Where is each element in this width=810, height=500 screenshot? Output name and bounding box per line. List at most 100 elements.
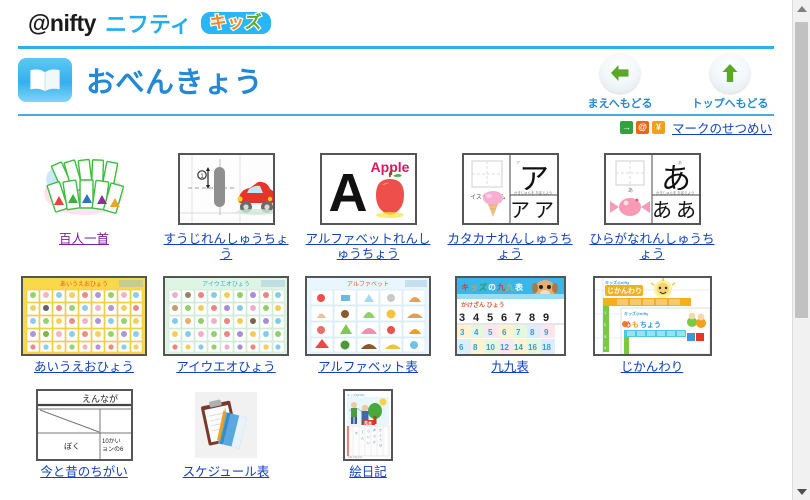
svg-text:じかんわり: じかんわり (607, 286, 642, 295)
svg-text:4: 4 (474, 328, 479, 337)
mark-explanation-link[interactable]: マークのせつめい (672, 118, 772, 137)
thumb-wrap: キッズ@nifty じかんわり 1 2 3 4 キッズ@nifty も ちょう (585, 276, 719, 356)
katakana-chart-green-image: アイウエオひょう (163, 276, 289, 356)
svg-text:あ: あ (678, 160, 682, 165)
svg-text:て: て (361, 430, 364, 434)
vertical-scrollbar[interactable] (792, 0, 810, 500)
svg-text:7: 7 (515, 312, 521, 324)
svg-text:ア: ア (510, 200, 530, 222)
svg-text:6: 6 (502, 328, 507, 337)
item-label[interactable]: 今と昔のちがい (17, 465, 151, 480)
scroll-up-arrow[interactable] (793, 0, 810, 17)
svg-text:8: 8 (529, 312, 535, 324)
svg-text:表: 表 (514, 282, 524, 292)
item-katakana-renshucho[interactable]: イスクリーム ア ア ア ア (440, 144, 580, 262)
svg-text:九: 九 (505, 282, 514, 292)
item-alphabet-renshucho[interactable]: A Apple アルファベットれんしゅうちょう (298, 144, 438, 262)
svg-text:6: 6 (459, 343, 464, 352)
svg-text:3: 3 (459, 312, 465, 324)
grid-row: えんなが ぼく 10かい ョンの6 今と昔のちがい スケジュール表 キッズ@ni… (14, 389, 778, 480)
item-label[interactable]: あいうえおひょう (17, 360, 151, 375)
page-root: @nifty ニフティ キッズ おべんきょう まえへもどる トップへもどる → … (0, 0, 810, 500)
top-button[interactable]: トップへもどる (688, 53, 772, 111)
kids-badge-logo[interactable]: キッズ (200, 11, 272, 35)
number-practice-car-image: 1 (177, 153, 275, 225)
svg-text:かきじゅんを おぼえよう: かきじゅんを おぼえよう (514, 190, 552, 195)
svg-text:あ: あ (373, 427, 376, 432)
page-content: @nifty ニフティ キッズ おべんきょう まえへもどる トップへもどる → … (0, 0, 792, 500)
alphabet-chart-image: アルファベット (305, 276, 431, 356)
svg-text:あ: あ (676, 200, 696, 222)
title-divider (18, 114, 774, 116)
svg-text:キ: キ (461, 283, 469, 292)
svg-text:ょ: ょ (379, 433, 382, 437)
item-schedule-hyou[interactable]: スケジュール表 (156, 389, 296, 480)
svg-text:ッ: ッ (470, 283, 478, 292)
grid-spacer (440, 389, 580, 480)
svg-text:10: 10 (486, 343, 495, 352)
item-label[interactable]: アルファベット表 (301, 360, 435, 375)
svg-text:も: も (632, 321, 639, 329)
comparison-worksheet-image: えんなが ぼく 10かい ョンの6 (35, 389, 133, 461)
item-label[interactable]: すうじれんしゅうちょう (159, 232, 293, 262)
back-button[interactable]: まえへもどる (578, 53, 662, 111)
item-label[interactable]: じかんわり (585, 360, 719, 375)
svg-text:ズ: ズ (479, 282, 487, 292)
thumb-wrap (17, 150, 151, 228)
item-label[interactable]: カタカナれんしゅうちょう (443, 232, 577, 262)
header-nav-buttons: まえへもどる トップへもどる (578, 53, 772, 111)
scroll-thumb[interactable] (795, 22, 808, 318)
svg-text:い: い (367, 435, 370, 439)
nifty-katakana-text[interactable]: ニフティ (105, 7, 192, 39)
item-label[interactable]: 絵日記 (301, 465, 435, 480)
item-label[interactable]: アルファベットれんしゅうちょう (301, 232, 435, 262)
svg-text:えんなが: えんなが (81, 393, 117, 404)
svg-text:かけざん ひょう: かけざん ひょう (461, 301, 505, 309)
thumb-wrap: あいうえおひょう (17, 276, 151, 356)
svg-text:A: A (328, 163, 367, 223)
svg-text:き: き (355, 430, 358, 435)
item-label[interactable]: ひらがなれんしゅうちょう (585, 232, 719, 262)
nifty-brand-text[interactable]: @nifty (28, 10, 96, 37)
mark-legend-row: → @ ¥ マークのせつめい (0, 119, 772, 136)
svg-text:kids.nifty.com: kids.nifty.com (348, 456, 362, 459)
item-label[interactable]: 九九表 (443, 360, 577, 375)
item-hiragana-renshucho[interactable]: あ あ あ あ あ かきじゅんを おぼえよう ひらがなれんしゅうちょう (582, 144, 722, 262)
item-hyakunin-isshu[interactable]: 百人一首 (14, 144, 154, 262)
item-kuku-hyou[interactable]: キッズの九九表 かけざん ひょう 3 4 5 6 7 8 9 3 4 5 6 7… (440, 276, 580, 375)
svg-text:あ: あ (628, 188, 633, 194)
scroll-down-arrow[interactable] (793, 483, 810, 500)
svg-text:キッズ@nifty: キッズ@nifty (624, 310, 649, 316)
item-label[interactable]: 百人一首 (17, 232, 151, 247)
svg-text:5: 5 (488, 328, 493, 337)
item-label[interactable]: アイウエオひょう (159, 360, 293, 375)
svg-text:ア: ア (516, 160, 520, 165)
item-suuji-renshucho[interactable]: 1 すうじれんしゅうちょう (156, 144, 296, 262)
item-label[interactable]: スケジュール表 (159, 465, 293, 480)
thumb-wrap: イスクリーム ア ア ア ア (443, 150, 577, 228)
svg-text:か: か (373, 439, 376, 444)
item-jikanwari[interactable]: キッズ@nifty じかんわり 1 2 3 4 キッズ@nifty も ちょう … (582, 276, 722, 375)
timetable-image: キッズ@nifty じかんわり 1 2 3 4 キッズ@nifty も ちょう (592, 276, 712, 356)
item-enikki[interactable]: キッズ@nifty 見本 き ょ う は あ さ か ら い い て ん き k… (298, 389, 438, 480)
item-aiueo-hyou[interactable]: あいうえおひょう あいうえおひょう (14, 276, 154, 375)
item-aiueo-katakana-hyou[interactable]: アイウエオひょう アイウエオひょう (156, 276, 296, 375)
thumb-wrap: キッズの九九表 かけざん ひょう 3 4 5 6 7 8 9 3 4 5 6 7… (443, 276, 577, 356)
multiplication-table-image: キッズの九九表 かけざん ひょう 3 4 5 6 7 8 9 3 4 5 6 7… (454, 276, 566, 356)
svg-text:ぼく: ぼく (64, 442, 80, 451)
karuta-cards-image (35, 153, 133, 225)
svg-text:アルファベット: アルファベット (347, 281, 389, 288)
svg-text:かきじゅんを おぼえよう: かきじゅんを おぼえよう (656, 190, 694, 195)
study-items-grid: 百人一首 1 すうじれんしゅうちょう A Apple アルファベットれんしゅうち… (0, 144, 792, 480)
svg-text:3: 3 (460, 328, 465, 337)
svg-text:18: 18 (542, 343, 551, 352)
item-ima-to-mukashi[interactable]: えんなが ぼく 10かい ョンの6 今と昔のちがい (14, 389, 154, 480)
svg-text:の: の (488, 283, 496, 292)
thumb-wrap: えんなが ぼく 10かい ョンの6 (17, 389, 151, 461)
hiragana-a-candy-image: あ あ あ あ あ かきじゅんを おぼえよう (603, 153, 701, 225)
grid-row: 百人一首 1 すうじれんしゅうちょう A Apple アルファベットれんしゅうち… (14, 144, 778, 262)
item-alphabet-hyou[interactable]: アルファベット アルファベット表 (298, 276, 438, 375)
svg-text:さ: さ (373, 433, 376, 438)
svg-text:14: 14 (514, 343, 523, 352)
svg-text:アイウエオひょう: アイウエオひょう (202, 280, 250, 288)
